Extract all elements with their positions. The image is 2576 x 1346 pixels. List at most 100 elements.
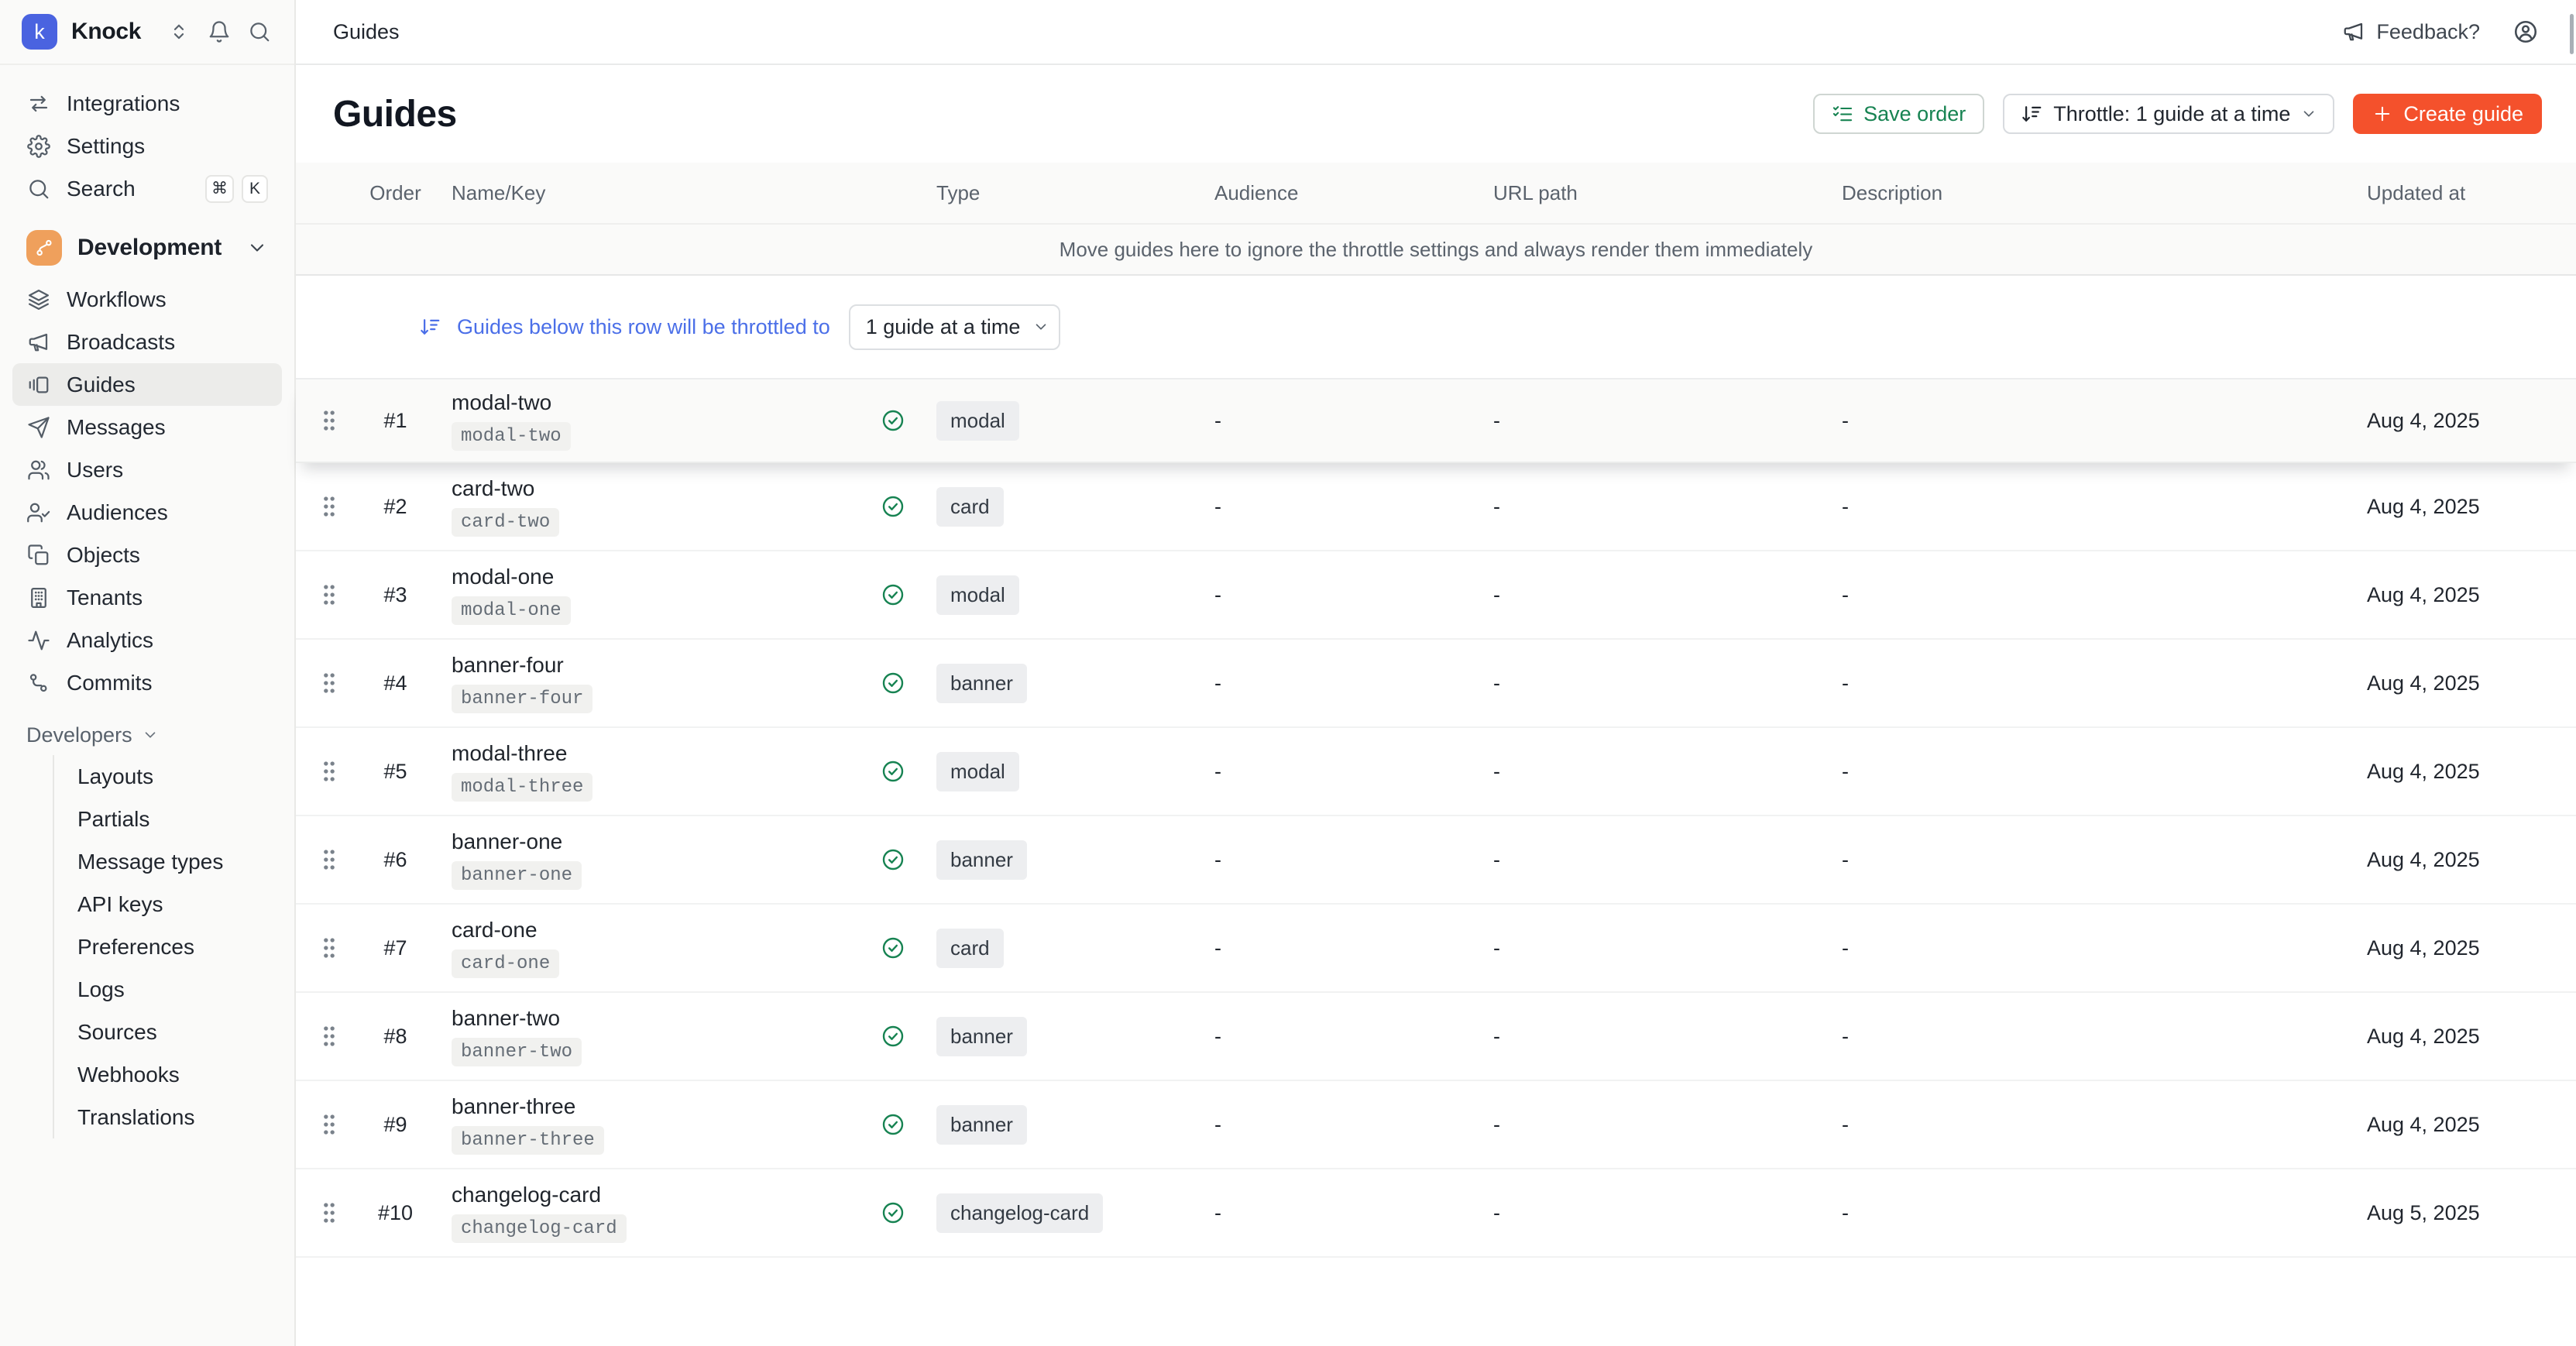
guide-table-row[interactable]: #1 modal-two modal-two modal - - - Aug 4… — [296, 379, 2576, 463]
guide-table-row[interactable]: #4 banner-four banner-four banner - - - … — [296, 640, 2576, 728]
guide-table-row[interactable]: #6 banner-one banner-one banner - - - Au… — [296, 816, 2576, 905]
guide-name[interactable]: modal-three — [452, 741, 567, 766]
guide-table-row[interactable]: #7 card-one card-one card - - - Aug 4, 2… — [296, 905, 2576, 993]
drag-handle-icon[interactable] — [321, 671, 338, 695]
sidebar-sub-item-partials[interactable]: Partials — [54, 798, 282, 840]
guide-name[interactable]: changelog-card — [452, 1183, 601, 1207]
search-icon[interactable] — [248, 20, 271, 43]
guide-name[interactable]: banner-one — [452, 829, 562, 854]
sidebar-sub-item-webhooks[interactable]: Webhooks — [54, 1053, 282, 1096]
drag-handle-icon[interactable] — [321, 760, 338, 783]
guide-table-row[interactable]: #8 banner-two banner-two banner - - - Au… — [296, 993, 2576, 1081]
guide-name[interactable]: card-two — [452, 476, 534, 501]
guide-audience: - — [1195, 495, 1474, 519]
page-header: Guides Save order Throttle: 1 guide at a… — [296, 65, 2576, 163]
sidebar-item-settings[interactable]: Settings — [12, 125, 282, 167]
sidebar-item-tenants[interactable]: Tenants — [12, 576, 282, 619]
sidebar-item-guides[interactable]: Guides — [12, 363, 282, 406]
guide-name[interactable]: modal-one — [452, 565, 554, 589]
guide-name[interactable]: banner-four — [452, 653, 564, 678]
guide-description: - — [1822, 760, 2345, 784]
guide-name[interactable]: modal-two — [452, 390, 551, 415]
sidebar-item-users[interactable]: Users — [12, 448, 282, 491]
notifications-bell-icon[interactable] — [208, 20, 231, 43]
search-icon — [26, 177, 51, 201]
guide-description: - — [1822, 1025, 2345, 1049]
guide-table-row[interactable]: #5 modal-three modal-three modal - - - A… — [296, 728, 2576, 816]
drag-handle-icon[interactable] — [321, 1201, 338, 1224]
scrollbar-thumb[interactable] — [2570, 14, 2574, 54]
sidebar-item-audiences[interactable]: Audiences — [12, 491, 282, 534]
unthrottled-drop-zone[interactable]: Move guides here to ignore the throttle … — [296, 225, 2576, 274]
integrations-icon — [26, 91, 51, 116]
environment-switcher[interactable]: Development — [12, 225, 282, 270]
sidebar-sub-item-logs[interactable]: Logs — [54, 968, 282, 1011]
drag-handle-icon[interactable] — [321, 409, 338, 432]
sidebar-sub-item-message-types[interactable]: Message types — [54, 840, 282, 883]
sidebar-sub-item-sources[interactable]: Sources — [54, 1011, 282, 1053]
guide-name[interactable]: banner-two — [452, 1006, 560, 1031]
guide-audience: - — [1195, 409, 1474, 433]
page-title: Guides — [333, 93, 457, 136]
sidebar-nav-item-label: Messages — [67, 415, 166, 440]
sidebar-nav-item-label: Integrations — [67, 91, 180, 116]
guide-description: - — [1822, 495, 2345, 519]
drag-handle-icon[interactable] — [321, 848, 338, 871]
sidebar-nav-item-label: Search — [67, 177, 136, 201]
sidebar-nav-item-label: Tenants — [67, 585, 143, 610]
guide-type-badge: banner — [936, 664, 1027, 703]
checklist-icon — [1832, 103, 1853, 125]
guide-key: modal-one — [452, 596, 571, 625]
drag-handle-icon[interactable] — [321, 936, 338, 960]
guide-updated-at: Aug 4, 2025 — [2345, 1025, 2576, 1049]
status-check-icon — [881, 408, 905, 433]
sidebar-nav-item-label: Workflows — [67, 287, 167, 312]
sidebar-sub-item-preferences[interactable]: Preferences — [54, 925, 282, 968]
sidebar-item-objects[interactable]: Objects — [12, 534, 282, 576]
guide-url-path: - — [1474, 495, 1822, 519]
sidebar-item-analytics[interactable]: Analytics — [12, 619, 282, 661]
throttle-value-dropdown[interactable]: 1 guide at a time — [849, 304, 1061, 350]
guide-audience: - — [1195, 583, 1474, 607]
sidebar-item-search[interactable]: Search ⌘ K — [12, 167, 282, 210]
guide-description: - — [1822, 1201, 2345, 1225]
status-check-icon — [881, 494, 905, 519]
guide-table-row[interactable]: #2 card-two card-two card - - - Aug 4, 2… — [296, 463, 2576, 551]
create-guide-button[interactable]: Create guide — [2353, 94, 2542, 134]
sidebar-item-commits[interactable]: Commits — [12, 661, 282, 704]
sidebar-sub-item-translations[interactable]: Translations — [54, 1096, 282, 1138]
guide-table-row[interactable]: #10 changelog-card changelog-card change… — [296, 1169, 2576, 1258]
guide-table-row[interactable]: #9 banner-three banner-three banner - - … — [296, 1081, 2576, 1169]
guide-type-badge: modal — [936, 401, 1019, 441]
guide-order: #4 — [362, 671, 428, 695]
sidebar-sub-item-api-keys[interactable]: API keys — [54, 883, 282, 925]
drag-handle-icon[interactable] — [321, 583, 338, 606]
guide-name[interactable]: banner-three — [452, 1094, 575, 1119]
workspace-switcher-icon[interactable] — [167, 20, 191, 43]
sidebar-nav-item-label: Analytics — [67, 628, 153, 653]
guide-order: #2 — [362, 495, 428, 519]
developers-sub-list: LayoutsPartialsMessage typesAPI keysPref… — [53, 755, 282, 1138]
developers-section-toggle[interactable]: Developers — [12, 715, 282, 755]
sidebar: k Knock Integrations Settings Search ⌘ — [0, 0, 296, 1346]
drag-handle-icon[interactable] — [321, 1113, 338, 1136]
throttle-dropdown-button[interactable]: Throttle: 1 guide at a time — [2003, 94, 2334, 134]
sidebar-item-integrations[interactable]: Integrations — [12, 82, 282, 125]
drag-handle-icon[interactable] — [321, 495, 338, 518]
sidebar-item-messages[interactable]: Messages — [12, 406, 282, 448]
guide-audience: - — [1195, 1025, 1474, 1049]
guides-table-body: #1 modal-two modal-two modal - - - Aug 4… — [296, 379, 2576, 1258]
feedback-button[interactable]: Feedback? — [2342, 20, 2480, 44]
broadcasts-icon — [26, 330, 51, 355]
feedback-label: Feedback? — [2376, 20, 2480, 44]
user-avatar-icon[interactable] — [2512, 19, 2539, 45]
sidebar-item-broadcasts[interactable]: Broadcasts — [12, 321, 282, 363]
guide-name[interactable]: card-one — [452, 918, 538, 943]
sidebar-item-workflows[interactable]: Workflows — [12, 278, 282, 321]
sidebar-sub-item-layouts[interactable]: Layouts — [54, 755, 282, 798]
tenants-icon — [26, 585, 51, 610]
guide-table-row[interactable]: #3 modal-one modal-one modal - - - Aug 4… — [296, 551, 2576, 640]
save-order-button[interactable]: Save order — [1813, 94, 1984, 134]
drag-handle-icon[interactable] — [321, 1025, 338, 1048]
column-header-order: Order — [362, 181, 428, 205]
